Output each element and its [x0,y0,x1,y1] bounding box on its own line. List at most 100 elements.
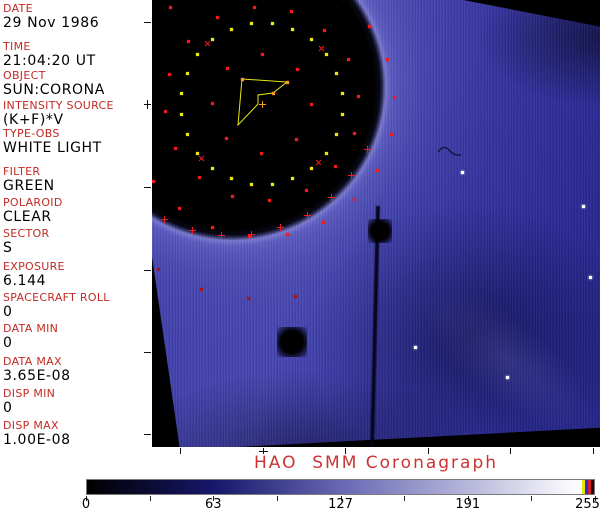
axis-tick-bottom-cross [259,451,268,452]
field-label: EXPOSURE [3,260,65,273]
outer-red-ring [169,5,173,9]
star-point [588,275,592,279]
field-label: SECTOR [3,227,50,240]
yellow-ring [324,151,328,155]
mid-red-ring [334,165,338,169]
colorbar-overlay-stripe [591,480,594,494]
outer-red-ring [152,179,156,183]
mid-red-ring [168,72,172,76]
metadata-field: TIME 21:04:20 UT [3,41,96,69]
occulter-edge-plus-markers [328,194,336,202]
occulter-edge-plus-markers [247,231,255,239]
occulter-edge-plus-markers [363,146,371,154]
metadata-field: POLAROID CLEAR [3,197,63,225]
mid-red-ring [357,94,361,98]
field-value: 21:04:20 UT [3,53,96,69]
outer-faint-red-arc [246,297,250,301]
metadata-field: DISP MAX 1.00E-08 [3,420,71,448]
field-label: TIME [3,40,31,53]
smm-coronagraph-viewer: DATE 29 Nov 1986 TIME 21:04:20 UT OBJECT SUN:… [0,0,600,512]
yellow-ring [249,182,253,186]
yellow-ring [271,22,275,26]
outer-red-ring [393,95,397,99]
field-value: WHITE LIGHT [3,140,102,156]
mid-red-ring [268,199,272,203]
occulter-edge-plus-markers [277,224,284,232]
axis-tick-left [144,22,151,23]
star-point [581,204,585,208]
polygon-vertex-dots [271,91,275,95]
axis-tick-left [144,187,151,188]
mid-red-ring [186,39,190,43]
mid-red-ring [174,146,178,150]
field-value: 3.65E-08 [3,368,71,384]
field-value: 0 [3,304,13,320]
occulter-edge-plus-markers [348,172,356,180]
inner-red-ring [310,103,314,107]
colorbar-tick-label: 191 [455,497,481,512]
metadata-field: DATA MIN 0 [3,323,58,351]
axis-tick-bottom [510,448,511,454]
colorbar-tick [149,496,151,501]
outer-faint-red-arc [200,287,204,291]
metadata-field: TYPE-OBS WHITE LIGHT [3,128,102,156]
field-value: 29 Nov 1986 [3,15,100,31]
mid-red-ring [163,110,167,114]
inner-red-ring [261,52,265,56]
colorbar [86,479,595,495]
metadata-field: SECTOR S [3,228,49,256]
yellow-ring [185,71,189,75]
outer-red-ring [385,58,389,62]
yellow-ring [291,177,295,181]
yellow-ring [340,113,344,117]
field-label: DATA MAX [3,355,62,368]
field-label: SPACECRAFT ROLL [3,291,110,304]
yellow-ring [335,71,339,75]
axis-tick-left-cross [147,100,148,109]
axis-tick-bottom [345,448,346,454]
outer-red-ring [389,133,393,137]
yellow-ring [335,133,339,137]
yellow-ring [211,166,215,170]
yellow-ring [291,27,295,31]
occulter-edge-plus-markers [188,227,196,235]
colorbar-tick [404,496,406,501]
field-value: 0 [3,335,13,351]
yellow-ring [180,113,184,117]
outer-red-ring [368,24,372,28]
inner-red-ring [210,101,214,105]
metadata-field: DATA MAX 3.65E-08 [3,356,71,384]
field-label: DATE [3,2,33,15]
image-title: HAO SMM Coronagraph [253,453,499,473]
field-value: S [3,240,13,256]
colorbar-tick-label: 127 [328,497,353,512]
field-value: SUN:CORONA [3,82,105,98]
axis-tick-left [144,352,151,353]
axis-tick-bottom [593,448,594,454]
film-scratch [437,146,462,156]
colorbar-tick-label: 255 [575,497,600,512]
mid-red-ring [352,132,356,136]
metadata-field: SPACECRAFT ROLL 0 [3,292,110,320]
yellow-ring [180,91,184,95]
field-label: DATA MIN [3,322,59,335]
metadata-field: FILTER GREEN [3,166,55,194]
yellow-ring [309,38,313,42]
field-value: 1.00E-08 [3,432,71,448]
occulter-edge-plus-markers [218,232,226,240]
mid-red-ring [216,16,220,20]
outer-faint-red-arc [157,267,161,271]
yellow-ring [211,38,215,42]
inner-red-ring [224,137,228,141]
yellow-ring [249,22,253,26]
mid-red-ring [290,10,294,14]
colorbar-tick-label: 63 [204,497,222,512]
colorbar-tick [276,496,278,501]
star-point [413,345,417,349]
coronagraph-image-display [152,0,600,447]
mid-red-ring [304,188,308,192]
field-value: GREEN [3,178,55,194]
sun-center-cross [258,100,266,108]
field-label: FILTER [3,165,41,178]
polygon-vertex-dots [285,80,289,84]
